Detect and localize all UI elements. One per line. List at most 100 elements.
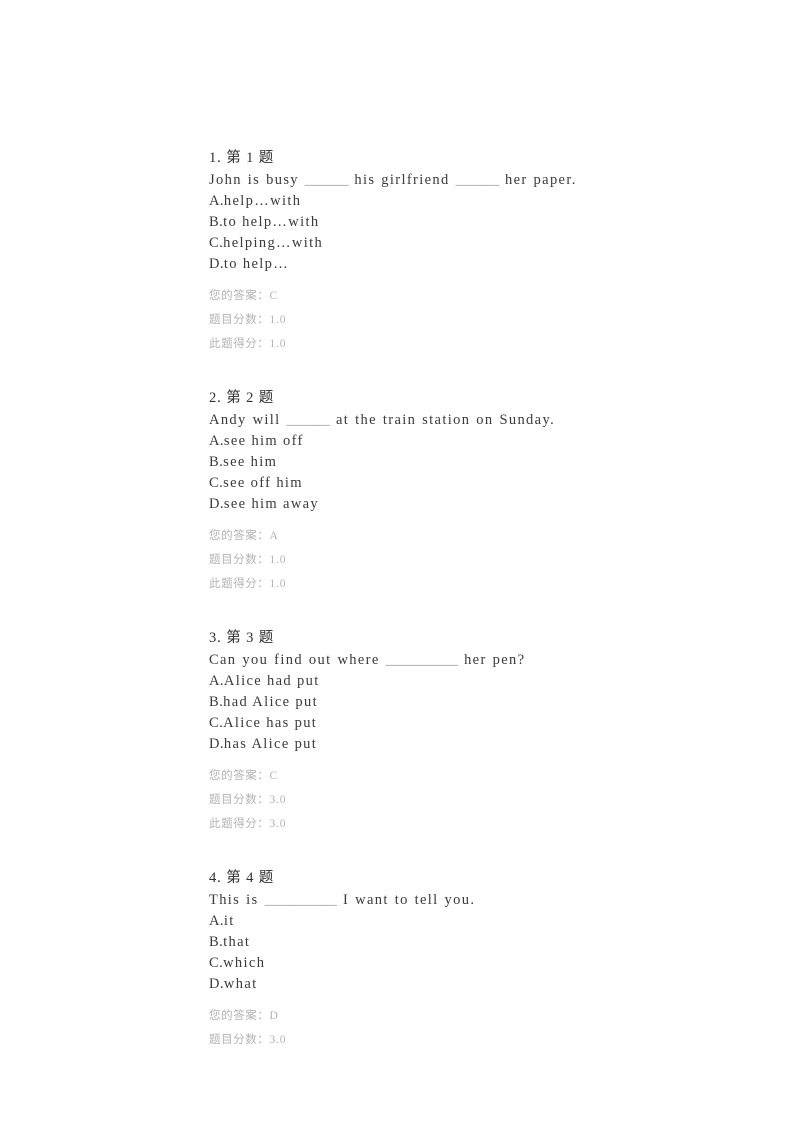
option-list: A.it B.that C.which D.what: [209, 911, 609, 995]
meta-value: 3.0: [269, 1034, 287, 1046]
option-letter: A.: [209, 913, 224, 929]
option-item[interactable]: D.see him away: [209, 494, 609, 515]
option-item[interactable]: A.help…with: [209, 191, 609, 212]
question-meta: 您的答案：A 题目分数：1.0 此题得分：1.0: [209, 524, 609, 596]
stem-text: his girlfriend: [348, 172, 456, 188]
option-text: see him: [223, 454, 278, 470]
option-text: which: [223, 955, 266, 971]
meta-value: C: [269, 290, 278, 302]
answer-blank: ______: [286, 412, 331, 428]
meta-value: D: [269, 1010, 279, 1022]
option-text: help…with: [223, 193, 302, 209]
option-item[interactable]: C.see off him: [209, 473, 609, 494]
option-item[interactable]: D.what: [209, 974, 609, 995]
earned-score-line: 此题得分：1.0: [209, 572, 609, 596]
option-item[interactable]: B.to help…with: [209, 212, 609, 233]
stem-text: This is: [209, 892, 265, 908]
question-stem: Can you find out where __________ her pe…: [209, 650, 597, 671]
question-meta: 您的答案：D 题目分数：3.0: [209, 1004, 609, 1052]
option-letter: C.: [209, 955, 224, 971]
option-text: had Alice put: [223, 694, 318, 710]
option-text: Alice had put: [223, 673, 320, 689]
question-meta: 您的答案：C 题目分数：1.0 此题得分：1.0: [209, 284, 609, 356]
your-answer-line: 您的答案：C: [209, 764, 609, 788]
earned-score-line: 此题得分：1.0: [209, 332, 609, 356]
question-score-line: 题目分数：1.0: [209, 548, 609, 572]
option-item[interactable]: C.which: [209, 953, 609, 974]
option-letter: C.: [209, 475, 224, 491]
answer-blank: __________: [264, 892, 338, 908]
question-heading: 1. 第 1 题: [209, 150, 275, 166]
option-letter: C.: [209, 235, 224, 251]
answer-blank: __________: [385, 652, 459, 668]
answer-blank: ______: [304, 172, 349, 188]
meta-label: 题目分数：: [209, 794, 270, 806]
answer-blank: ______: [455, 172, 500, 188]
option-item[interactable]: A.Alice had put: [209, 671, 609, 692]
option-list: A.help…with B.to help…with C.helping…with D…: [209, 191, 609, 275]
question-score-line: 题目分数：3.0: [209, 1028, 609, 1052]
question-block: 1. 第 1 题 John is busy ______ his girlfrie…: [209, 148, 609, 356]
meta-label: 您的答案：: [209, 290, 270, 302]
meta-label: 此题得分：: [209, 578, 270, 590]
option-text: that: [223, 934, 251, 950]
option-letter: B.: [209, 454, 224, 470]
earned-score-line: 此题得分：3.0: [209, 812, 609, 836]
your-answer-line: 您的答案：C: [209, 284, 609, 308]
option-item[interactable]: C.Alice has put: [209, 713, 609, 734]
option-item[interactable]: D.to help…: [209, 254, 609, 275]
stem-text: John is busy: [209, 172, 305, 188]
meta-label: 您的答案：: [209, 530, 270, 542]
option-item[interactable]: C.helping…with: [209, 233, 609, 254]
meta-label: 题目分数：: [209, 1034, 270, 1046]
option-text: see off him: [223, 475, 303, 491]
option-letter: B.: [209, 694, 224, 710]
meta-label: 题目分数：: [209, 554, 270, 566]
option-item[interactable]: B.see him: [209, 452, 609, 473]
meta-value: 1.0: [269, 554, 287, 566]
option-letter: B.: [209, 214, 224, 230]
option-text: it: [223, 913, 235, 929]
meta-label: 题目分数：: [209, 314, 270, 326]
your-answer-line: 您的答案：A: [209, 524, 609, 548]
question-heading: 3. 第 3 题: [209, 630, 275, 646]
stem-text: at the train station on Sunday.: [330, 412, 556, 428]
option-item[interactable]: B.had Alice put: [209, 692, 609, 713]
option-item[interactable]: A.see him off: [209, 431, 609, 452]
meta-value: A: [269, 530, 279, 542]
question-heading: 4. 第 4 题: [209, 870, 275, 886]
option-letter: A.: [209, 193, 224, 209]
question-block: 2. 第 2 题 Andy will ______ at the train st…: [209, 388, 609, 596]
option-letter: D.: [209, 976, 224, 992]
option-text: see him off: [223, 433, 304, 449]
stem-text: Andy will: [209, 412, 287, 428]
meta-label: 此题得分：: [209, 338, 270, 350]
option-text: to help…: [223, 256, 290, 272]
option-list: A.see him off B.see him C.see off him D.see…: [209, 431, 609, 515]
meta-value: 1.0: [269, 578, 287, 590]
question-block: 4. 第 4 题 This is __________ I want to tel…: [209, 868, 609, 1052]
option-letter: C.: [209, 715, 224, 731]
question-list: 1. 第 1 题 John is busy ______ his girlfrie…: [209, 148, 609, 1052]
option-text: see him away: [223, 496, 320, 512]
meta-value: 3.0: [269, 818, 287, 830]
option-text: what: [223, 976, 258, 992]
option-letter: A.: [209, 433, 224, 449]
question-stem: This is __________ I want to tell you.: [209, 890, 597, 911]
option-item[interactable]: D.has Alice put: [209, 734, 609, 755]
meta-value: 1.0: [269, 314, 287, 326]
stem-text: I want to tell you.: [337, 892, 476, 908]
option-text: has Alice put: [223, 736, 318, 752]
question-score-line: 题目分数：3.0: [209, 788, 609, 812]
question-score-line: 题目分数：1.0: [209, 308, 609, 332]
question-meta: 您的答案：C 题目分数：3.0 此题得分：3.0: [209, 764, 609, 836]
option-letter: B.: [209, 934, 224, 950]
stem-text: Can you find out where: [209, 652, 386, 668]
option-list: A.Alice had put B.had Alice put C.Alice ha…: [209, 671, 609, 755]
option-item[interactable]: A.it: [209, 911, 609, 932]
option-text: Alice has put: [223, 715, 318, 731]
question-stem: Andy will ______ at the train station on…: [209, 410, 597, 431]
option-item[interactable]: B.that: [209, 932, 609, 953]
option-letter: D.: [209, 256, 224, 272]
meta-value: C: [269, 770, 278, 782]
